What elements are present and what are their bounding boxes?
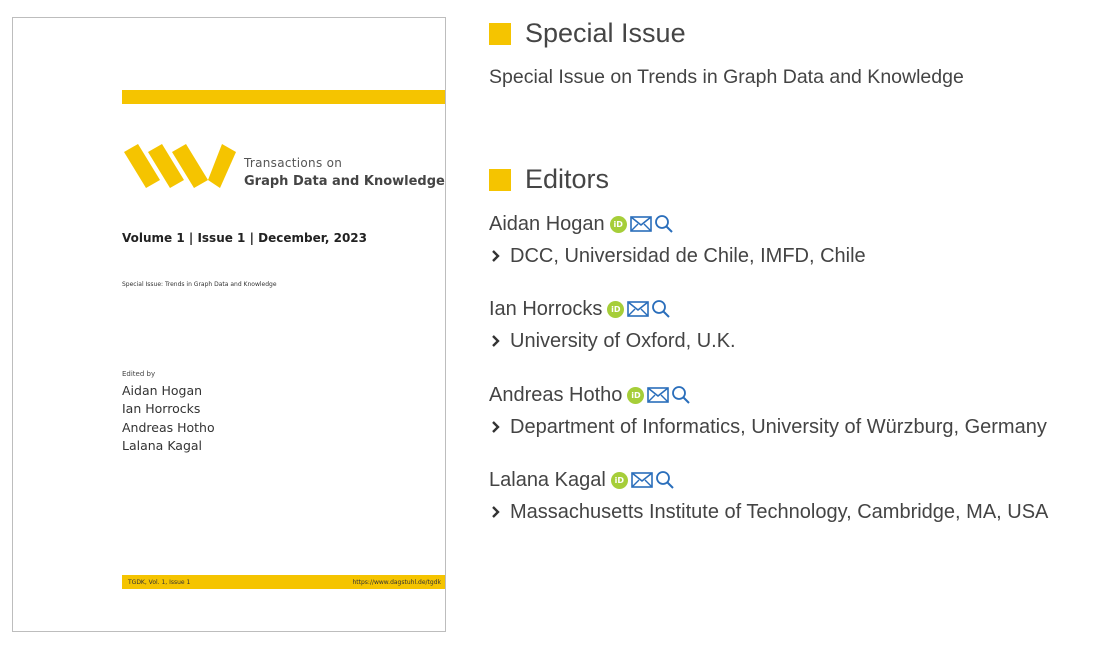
journal-cover: Transactions on Graph Data and Knowledge… (12, 17, 446, 632)
chevron-right-icon (492, 335, 500, 347)
envelope-icon[interactable] (627, 301, 650, 317)
search-icon[interactable] (671, 385, 691, 405)
editor-entry: Lalana Kagal iD Massachusetts Institute … (489, 468, 1089, 524)
envelope-icon[interactable] (647, 387, 670, 403)
special-issue-description: Special Issue on Trends in Graph Data an… (489, 66, 964, 88)
cover-volume-line: Volume 1 | Issue 1 | December, 2023 (122, 231, 368, 245)
heading-marker (489, 22, 511, 45)
cover-footer-left: TGDK, Vol. 1, Issue 1 (128, 578, 191, 586)
chevron-right-icon (492, 250, 500, 262)
editor-name: Andreas Hotho (489, 383, 623, 406)
cover-edited-by: Edited by (122, 370, 156, 378)
editor-affiliation: Massachusetts Institute of Technology, C… (510, 500, 1049, 523)
cover-editor-name: Lalana Kagal (122, 437, 203, 453)
cover-subtitle: Special Issue: Trends in Graph Data and … (122, 281, 277, 288)
editor-entry: Ian Horrocks iD University of Oxford, U.… (489, 297, 1089, 353)
tgdk-logo (124, 144, 236, 188)
editors-heading: Editors (489, 164, 609, 195)
editors-title: Editors (525, 164, 610, 194)
heading-marker (489, 168, 511, 191)
editor-affiliation: Department of Informatics, University of… (510, 415, 1047, 438)
special-issue-title: Special Issue (525, 18, 686, 48)
cover-series-line1: Transactions on (244, 156, 343, 170)
cover-series-title: Transactions on Graph Data and Knowledge (244, 154, 445, 192)
editor-name: Aidan Hogan (489, 212, 605, 235)
envelope-icon[interactable] (630, 472, 653, 488)
chevron-right-icon (492, 506, 500, 518)
editor-entry: Aidan Hogan iD DCC, Universidad de Chile… (489, 212, 1089, 268)
cover-top-bar (122, 90, 445, 104)
editor-name: Lalana Kagal (489, 468, 606, 491)
orcid-icon[interactable]: iD (610, 471, 628, 489)
orcid-icon[interactable]: iD (609, 215, 627, 233)
cover-footer-bar: TGDK, Vol. 1, Issue 1 https://www.dagstu… (122, 575, 445, 589)
cover-editor-name: Ian Horrocks (122, 401, 201, 417)
envelope-icon[interactable] (629, 216, 652, 232)
editor-affiliation: DCC, Universidad de Chile, IMFD, Chile (510, 244, 866, 267)
search-icon[interactable] (655, 470, 675, 490)
cover-editor-name: Andreas Hotho (122, 419, 215, 435)
special-issue-heading: Special Issue (489, 18, 686, 49)
chevron-right-icon (492, 421, 500, 433)
cover-footer-right: https://www.dagstuhl.de/tgdk (352, 578, 441, 586)
editor-entry: Andreas Hotho iD Department of Informati… (489, 383, 1089, 439)
cover-series-line2: Graph Data and Knowledge (244, 174, 445, 189)
cover-editor-name: Aidan Hogan (122, 383, 203, 398)
search-icon[interactable] (654, 214, 674, 234)
search-icon[interactable] (651, 299, 671, 319)
editor-name: Ian Horrocks (489, 297, 603, 320)
cover-editor-list: Aidan Hogan Ian Horrocks Andreas Hotho L… (122, 382, 215, 455)
editor-affiliation: University of Oxford, U.K. (510, 329, 736, 352)
orcid-icon[interactable]: iD (627, 386, 645, 404)
orcid-icon[interactable]: iD (607, 300, 625, 318)
